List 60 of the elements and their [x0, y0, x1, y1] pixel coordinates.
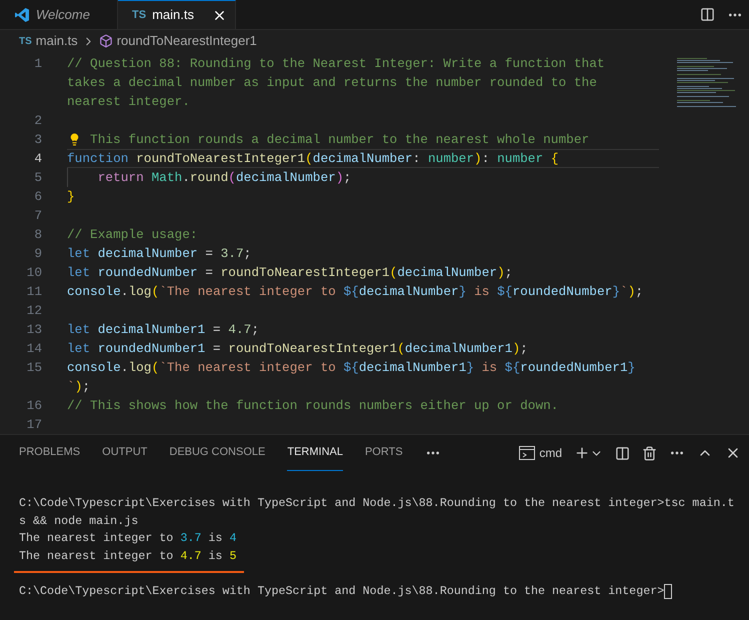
line-number: 3	[34, 132, 42, 147]
line-number: 14	[26, 340, 42, 356]
panel-tab[interactable]: TERMINAL	[287, 435, 343, 471]
editor-tab[interactable]: TS main.ts	[118, 0, 236, 29]
line-number: 7	[34, 208, 42, 223]
breadcrumb-item[interactable]: main.ts	[36, 31, 78, 51]
panel-tab[interactable]: DEBUG CONSOLE	[169, 435, 266, 471]
split-editor-icon[interactable]	[700, 7, 715, 22]
code-line: let roundedNumber = roundToNearestInteger1(decimalNumber);	[67, 264, 512, 282]
code-line: console.log(`The nearest integer to ${decimalNumber} is ${roundedNumber}`);	[67, 282, 644, 301]
code-line: let roundedNumber1 = roundToNearestInteger1(decimalNumber1);	[67, 340, 528, 358]
line-number: 5	[34, 170, 42, 185]
typescript-file-icon: TS	[132, 6, 146, 24]
code-line: // Question 88: Rounding to the Nearest Integer: Write a function that	[67, 54, 605, 73]
line-number: 17	[26, 416, 42, 432]
lightbulb-icon[interactable]	[68, 133, 82, 146]
terminal-line: C:\Code\Typescript\Exercises with TypeScript and Node.js\88.Rounding to the nearest integer>tsc main.t	[19, 495, 734, 512]
code-line: let decimalNumber = 3.7;	[67, 244, 252, 263]
split-terminal-icon[interactable]	[615, 446, 630, 460]
code-line: console.log(`The nearest integer to ${decimalNumber1} is ${roundedNumber1}	[67, 358, 636, 377]
code-line: function roundToNearestInteger1(decimalNumber: number): number {	[67, 150, 559, 168]
code-line: }	[67, 188, 75, 206]
code-line: nearest integer.	[67, 92, 190, 111]
line-number: 8	[34, 226, 42, 242]
line-number: 1	[34, 56, 42, 71]
breadcrumb-item[interactable]: roundToNearestInteger1	[116, 31, 257, 51]
typescript-file-icon: TS	[19, 34, 32, 48]
panel-tab[interactable]: PROBLEMS	[19, 435, 80, 471]
code-line: let decimalNumber1 = 4.7;	[67, 320, 260, 339]
code-line: `);	[67, 378, 90, 396]
tab-label: Welcome	[36, 6, 90, 24]
line-number: 6	[34, 188, 42, 204]
line-number: 10	[26, 264, 42, 280]
add-terminal-icon[interactable]	[574, 445, 590, 461]
code-line: return Math.round(decimalNumber);	[98, 168, 352, 187]
line-number: 11	[26, 284, 42, 299]
vscode-logo-icon	[14, 6, 30, 22]
terminal-profile-button[interactable]: cmd	[519, 444, 562, 462]
panel-tab[interactable]: OUTPUT	[102, 435, 148, 471]
line-number: 13	[26, 322, 42, 337]
line-number: 4	[34, 150, 42, 166]
panel-tab[interactable]: PORTS	[364, 435, 403, 471]
trash-icon[interactable]	[642, 446, 657, 460]
line-number: 15	[26, 360, 42, 375]
code-line: // Example usage:	[67, 226, 198, 244]
code-line: // This shows how the function rounds numbers either up or down.	[67, 396, 558, 415]
code-line: takes a decimal number as input and returns the number rounded to the	[67, 74, 597, 92]
tab-label: main.ts	[152, 6, 194, 24]
terminal-line: C:\Code\Typescript\Exercises with TypeScript and Node.js\88.Rounding to the nearest integer>	[19, 582, 664, 600]
line-number: 2	[34, 112, 42, 128]
line-number: 9	[34, 246, 42, 261]
terminal-line: The nearest integer to 4.7 is 5	[19, 548, 236, 565]
code-line: This function rounds a decimal number to the nearest whole number	[89, 130, 590, 149]
line-number: 12	[26, 302, 42, 318]
terminal-icon	[519, 446, 536, 460]
terminal-line: The nearest integer to 3.7 is 4	[19, 530, 236, 548]
line-number: 16	[26, 398, 42, 413]
cube-icon	[98, 34, 113, 48]
terminal-cursor	[664, 584, 672, 600]
terminal-line: s && node main.js	[19, 512, 138, 530]
